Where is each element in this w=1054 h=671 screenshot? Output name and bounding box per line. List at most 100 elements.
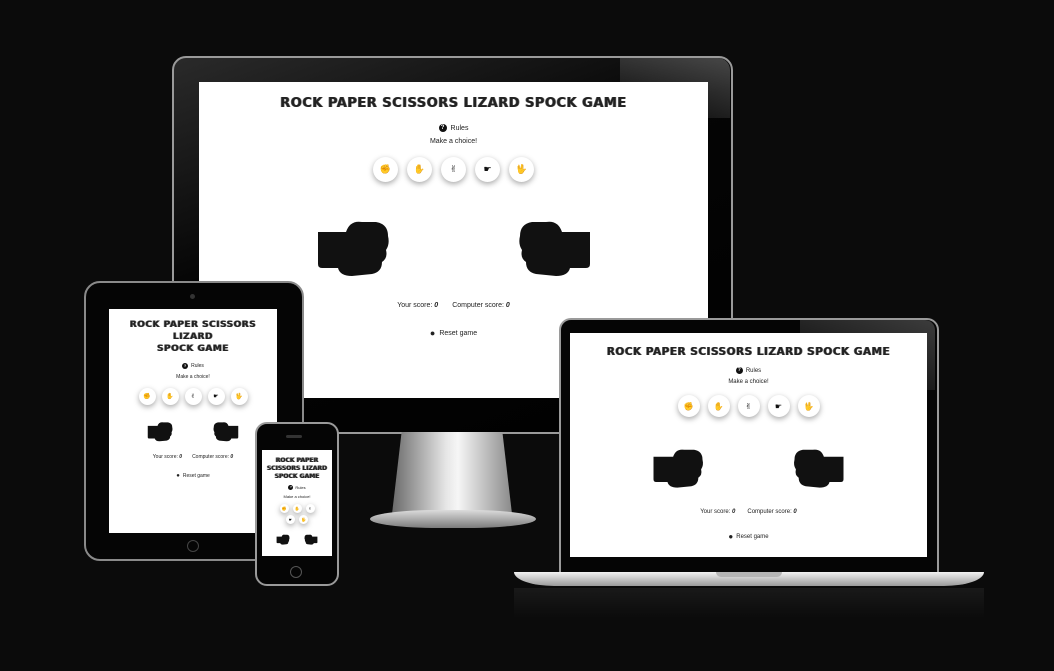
phone-computer-hand-icon <box>304 534 318 545</box>
laptop-computer-score: Computer score: 0 <box>747 509 796 515</box>
tablet-player-score: Your score: 0 <box>153 454 182 460</box>
tablet-paper-button[interactable]: ✋ <box>161 388 179 405</box>
tablet-spock-button[interactable]: 🖖 <box>230 388 248 405</box>
phone-screen: ROCK PAPER SCISSORS LIZARD SPOCK GAME ? … <box>262 450 332 556</box>
tablet-computer-hand-icon <box>213 421 239 442</box>
tablet-home-button <box>187 540 199 552</box>
tablet-reset-label: Reset game <box>182 473 210 479</box>
tablet-screen: ROCK PAPER SCISSORS LIZARD SPOCK GAME ? … <box>109 309 277 533</box>
scissors-icon: ✌ <box>449 164 458 175</box>
player-score-label: Your score: <box>152 454 178 460</box>
player-score-label: Your score: <box>700 509 731 515</box>
scissors-icon: ✌ <box>190 393 196 400</box>
phone-paper-button[interactable]: ✋ <box>292 504 302 513</box>
question-icon: ? <box>735 367 743 374</box>
lizard-icon: ☛ <box>483 164 492 175</box>
phone-title-line-2: SCISSORS LIZARD <box>266 465 328 472</box>
rock-icon: ✊ <box>143 393 151 400</box>
spock-icon: 🖖 <box>515 164 528 175</box>
laptop-screen: ROCK PAPER SCISSORS LIZARD SPOCK GAME ? … <box>570 333 927 557</box>
laptop-title: ROCK PAPER SCISSORS LIZARD SPOCK GAME <box>606 346 891 358</box>
computer-score-label: Computer score: <box>452 302 504 309</box>
laptop-rules-label: Rules <box>745 367 762 374</box>
tablet-rules-button[interactable]: ? Rules <box>109 363 277 369</box>
bomb-icon: ● <box>429 328 436 338</box>
phone-rules-button[interactable]: ? Rules <box>262 485 332 490</box>
laptop-rules-button[interactable]: ? Rules <box>570 367 927 374</box>
rules-button[interactable]: ? Rules <box>199 124 708 132</box>
make-choice-text: Make a choice! <box>429 138 478 145</box>
spock-icon: 🖖 <box>301 517 306 522</box>
computer-hand-icon <box>518 218 592 278</box>
tablet-scissors-button[interactable]: ✌ <box>184 388 202 405</box>
phone-spock-button[interactable]: 🖖 <box>299 515 308 524</box>
laptop-spock-button[interactable]: 🖖 <box>797 395 820 417</box>
phone-scissors-button[interactable]: ✌ <box>305 504 315 513</box>
bomb-icon: ● <box>176 473 180 479</box>
tablet-rules-label: Rules <box>191 363 204 369</box>
laptop-notch <box>716 572 782 577</box>
spock-icon: 🖖 <box>803 401 814 411</box>
rules-label: Rules <box>450 124 469 132</box>
laptop-scoreboard: Your score: 0 Computer score: 0 <box>570 509 927 515</box>
phone-title: ROCK PAPER SCISSORS LIZARD SPOCK GAME <box>262 457 332 481</box>
computer-score: Computer score: 0 <box>452 302 510 309</box>
choice-buttons: ✊ ✋ ✌ ☛ 🖖 <box>199 157 708 182</box>
tablet-camera <box>190 294 195 299</box>
lizard-icon: ☛ <box>213 393 219 400</box>
tablet-player-hand-icon <box>147 421 173 442</box>
paper-icon: ✋ <box>294 506 300 511</box>
tablet-lizard-button[interactable]: ☛ <box>207 388 225 405</box>
lizard-icon: ☛ <box>288 517 293 522</box>
laptop-reset-button[interactable]: ● Reset game <box>570 532 927 541</box>
tablet-reset-button[interactable]: ● Reset game <box>109 473 277 479</box>
phone-player-hand-icon <box>276 534 290 545</box>
paper-icon: ✋ <box>413 164 426 175</box>
phone-make-choice-text: Make a choice! <box>283 494 311 499</box>
tablet-title: ROCK PAPER SCISSORS LIZARD SPOCK GAME <box>109 319 277 355</box>
computer-score-label: Computer score: <box>747 509 792 515</box>
laptop-paper-button[interactable]: ✋ <box>707 395 730 417</box>
hands-area <box>316 218 592 278</box>
spock-button[interactable]: 🖖 <box>509 157 534 182</box>
reset-label: Reset game <box>439 329 478 337</box>
laptop-make-choice-text: Make a choice! <box>728 379 769 385</box>
rock-icon: ✊ <box>379 164 392 175</box>
laptop-rock-button[interactable]: ✊ <box>677 395 700 417</box>
laptop-player-hand-icon <box>652 447 704 489</box>
laptop-choice-buttons: ✊ ✋ ✌ ☛ 🖖 <box>570 395 927 417</box>
phone-choice-buttons-row-1: ✊ ✋ ✌ <box>262 504 332 513</box>
player-hand-icon <box>316 218 390 278</box>
rock-icon: ✊ <box>281 506 287 511</box>
page-title: ROCK PAPER SCISSORS LIZARD SPOCK GAME <box>280 96 627 111</box>
phone-home-button <box>290 566 302 578</box>
laptop-scissors-button[interactable]: ✌ <box>737 395 760 417</box>
lizard-button[interactable]: ☛ <box>475 157 500 182</box>
laptop-lizard-button[interactable]: ☛ <box>767 395 790 417</box>
laptop-reset-label: Reset game <box>736 533 769 540</box>
computer-score-label: Computer score: <box>192 454 230 460</box>
question-icon: ? <box>288 485 294 490</box>
computer-score-value: 0 <box>230 454 234 460</box>
player-score: Your score: 0 <box>397 302 438 309</box>
rock-icon: ✊ <box>683 401 694 411</box>
tablet-rock-button[interactable]: ✊ <box>138 388 156 405</box>
rock-button[interactable]: ✊ <box>373 157 398 182</box>
scissors-icon: ✌ <box>745 401 752 411</box>
spock-icon: 🖖 <box>235 393 243 400</box>
tablet-make-choice-text: Make a choice! <box>176 374 210 380</box>
phone-rock-button[interactable]: ✊ <box>279 504 289 513</box>
computer-score-value: 0 <box>793 509 797 515</box>
monitor-stand <box>392 432 512 514</box>
monitor-stand-base <box>370 510 536 528</box>
phone-lizard-button[interactable]: ☛ <box>286 515 295 524</box>
tablet-title-line-2: SPOCK GAME <box>157 344 229 354</box>
question-icon: ? <box>438 124 447 132</box>
tablet-computer-score: Computer score: 0 <box>192 454 233 460</box>
tablet-title-line-1: ROCK PAPER SCISSORS LIZARD <box>129 320 257 342</box>
player-score-value: 0 <box>434 302 439 309</box>
bomb-icon: ● <box>728 532 734 541</box>
paper-button[interactable]: ✋ <box>407 157 432 182</box>
player-score-value: 0 <box>179 454 183 460</box>
scissors-button[interactable]: ✌ <box>441 157 466 182</box>
